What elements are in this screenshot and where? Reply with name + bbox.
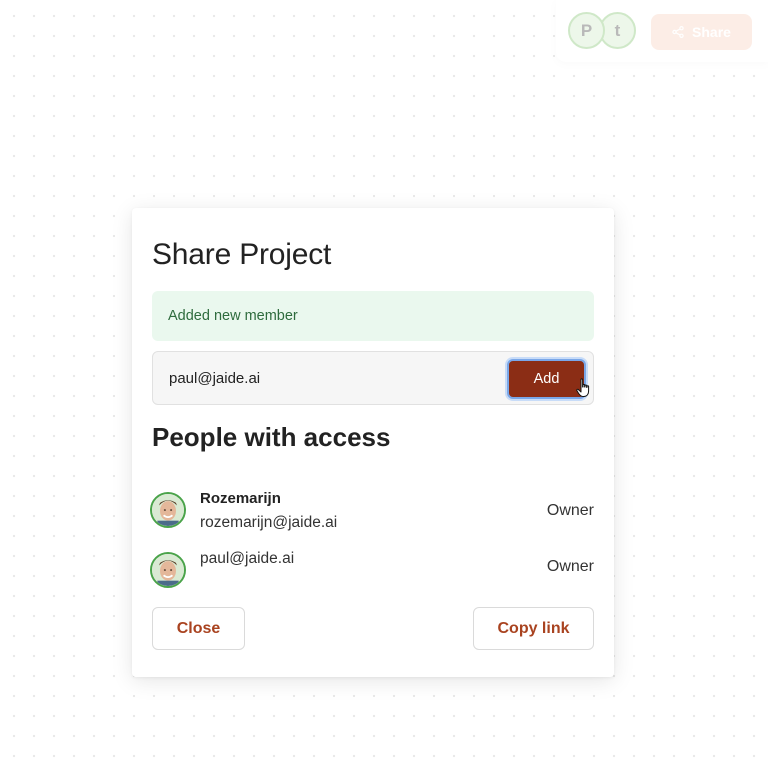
hand-pointer-icon bbox=[576, 378, 590, 397]
person-email: paul@jaide.ai bbox=[200, 550, 295, 567]
people-list: Rozemarijn rozemarijn@jaide.ai Owner pau… bbox=[150, 490, 594, 600]
people-section-title: People with access bbox=[152, 422, 391, 452]
copy-link-button[interactable]: Copy link bbox=[473, 607, 594, 650]
invite-form: Add bbox=[152, 351, 594, 405]
person-name: Rozemarijn bbox=[200, 490, 281, 507]
list-item: paul@jaide.ai Owner bbox=[150, 550, 594, 600]
success-message: Added new member bbox=[168, 308, 298, 324]
person-role: Owner bbox=[546, 558, 594, 575]
person-email: rozemarijn@jaide.ai bbox=[200, 514, 338, 531]
person-role: Owner bbox=[546, 502, 594, 519]
avatar[interactable]: P bbox=[568, 12, 605, 49]
list-item: Rozemarijn rozemarijn@jaide.ai Owner bbox=[150, 490, 594, 550]
dialog-title: Share Project bbox=[152, 238, 332, 271]
avatar bbox=[150, 552, 186, 588]
add-member-button[interactable]: Add bbox=[507, 359, 586, 399]
avatar bbox=[150, 492, 186, 528]
success-alert: Added new member bbox=[152, 291, 594, 341]
email-input[interactable] bbox=[153, 352, 503, 404]
share-project-dialog: Share Project Added new member Add Peopl… bbox=[132, 208, 614, 677]
close-button[interactable]: Close bbox=[152, 607, 245, 650]
